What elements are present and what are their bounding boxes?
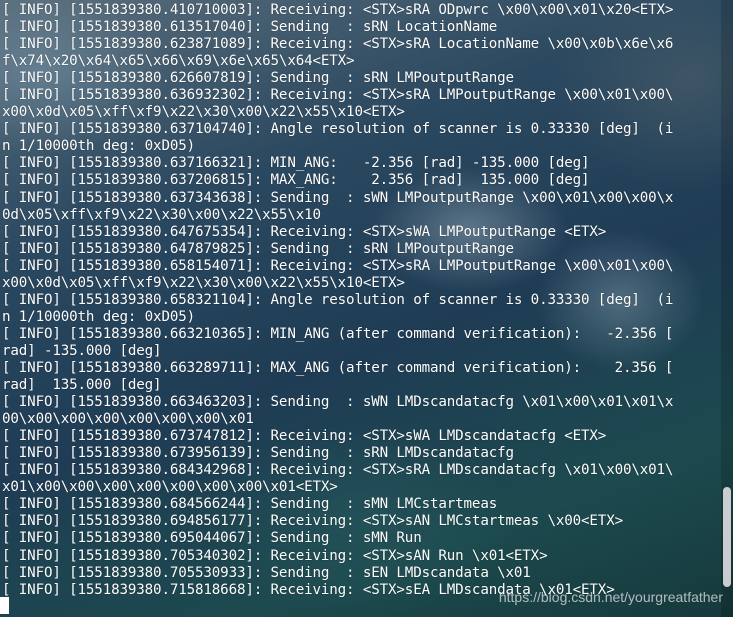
log-line: [ INFO] [1551839380.705340302]: Receivin… xyxy=(2,547,548,564)
log-line: [ INFO] [1551839380.410710003]: Receivin… xyxy=(2,2,674,18)
watermark-url: https://blog.csdn.net/yourgreatfather xyxy=(498,589,723,605)
log-line: [ INFO] [1551839380.663289711]: MAX_ANG … xyxy=(2,359,674,376)
log-line: [ INFO] [1551839380.637343638]: Sending … xyxy=(2,189,674,206)
log-line: 0d\x05\xff\xf9\x22\x30\x00\x22\x55\x10 xyxy=(2,206,321,223)
log-line: [ INFO] [1551839380.647675354]: Receivin… xyxy=(2,223,607,240)
log-line: x00\x0d\x05\xff\xf9\x22\x30\x00\x22\x55\… xyxy=(2,274,405,291)
log-line: x00\x0d\x05\xff\xf9\x22\x30\x00\x22\x55\… xyxy=(2,104,405,121)
log-line: [ INFO] [1551839380.673747812]: Receivin… xyxy=(2,428,607,445)
log-line: [ INFO] [1551839380.637206815]: MAX_ANG:… xyxy=(2,172,590,189)
log-line: [ INFO] [1551839380.673956139]: Sending … xyxy=(2,445,514,462)
terminal-cursor xyxy=(0,597,9,614)
log-line: [ INFO] [1551839380.663463203]: Sending … xyxy=(2,394,674,411)
scrollbar-thumb[interactable] xyxy=(723,487,731,587)
log-line: [ INFO] [1551839380.705530933]: Sending … xyxy=(2,564,531,581)
log-line: [ INFO] [1551839380.637166321]: MIN_ANG:… xyxy=(2,155,590,172)
log-line: [ INFO] [1551839380.613517040]: Sending … xyxy=(2,19,498,36)
log-line: [ INFO] [1551839380.636932302]: Receivin… xyxy=(2,87,674,104)
log-line: [ INFO] [1551839380.695044067]: Sending … xyxy=(2,530,422,547)
log-line: [ INFO] [1551839380.694856177]: Receivin… xyxy=(2,513,623,530)
log-line: n 1/10000th deg: 0xD05) xyxy=(2,138,196,155)
log-line: [ INFO] [1551839380.658154071]: Receivin… xyxy=(2,257,674,274)
log-line: [ INFO] [1551839380.684342968]: Receivin… xyxy=(2,462,674,479)
log-line: rad] -135.000 [deg] xyxy=(2,342,162,359)
log-line: 00\x00\x00\x00\x00\x00\x00\x01 xyxy=(2,411,254,428)
log-line: [ INFO] [1551839380.658321104]: Angle re… xyxy=(2,291,674,308)
log-line: [ INFO] [1551839380.684566244]: Sending … xyxy=(2,496,498,513)
log-line: rad] 135.000 [deg] xyxy=(2,377,162,394)
log-line: f\x74\x20\x64\x65\x66\x69\x6e\x65\x64<ET… xyxy=(2,53,355,70)
log-line: [ INFO] [1551839380.637104740]: Angle re… xyxy=(2,121,674,138)
log-line: [ INFO] [1551839380.647879825]: Sending … xyxy=(2,240,514,257)
log-line: x01\x00\x00\x00\x00\x00\x00\x00\x01<ETX> xyxy=(2,479,338,496)
log-line: n 1/10000th deg: 0xD05) xyxy=(2,308,196,325)
log-line: [ INFO] [1551839380.623871089]: Receivin… xyxy=(2,36,674,53)
terminal-scrollbar[interactable] xyxy=(721,0,733,617)
terminal-output[interactable]: [ INFO] [1551839380.410710003]: Receivin… xyxy=(2,2,720,614)
log-line: [ INFO] [1551839380.626607819]: Sending … xyxy=(2,70,514,87)
log-line: [ INFO] [1551839380.663210365]: MIN_ANG … xyxy=(2,325,674,342)
